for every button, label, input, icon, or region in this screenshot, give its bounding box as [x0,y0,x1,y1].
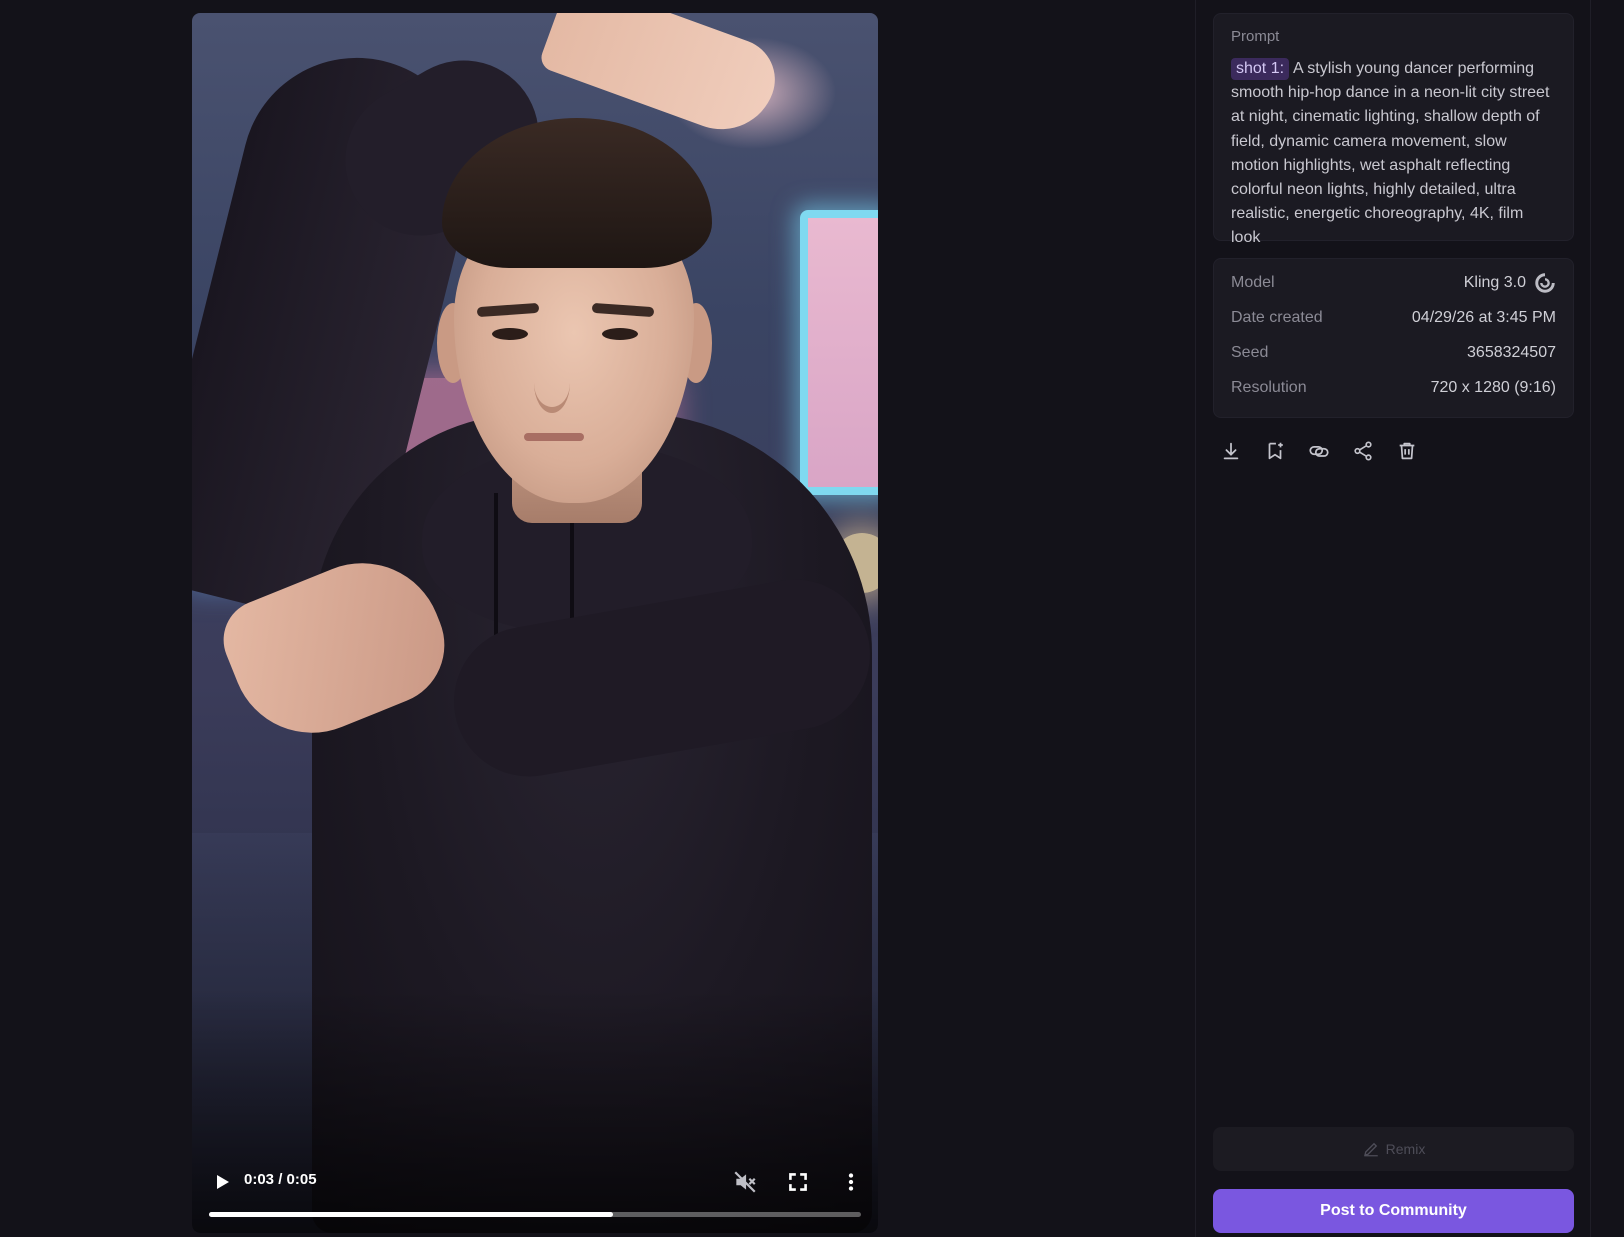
panel-divider [1195,0,1196,1237]
detail-value: 3658324507 [1467,343,1556,361]
shot-tag: shot 1: [1231,58,1290,80]
muted-icon[interactable] [732,1169,758,1195]
video-progress-bar[interactable] [209,1212,861,1217]
fullscreen-icon[interactable] [785,1169,811,1195]
prompt-label: Prompt [1231,28,1280,45]
detail-value: 04/29/26 at 3:45 PM [1411,308,1556,326]
kling-logo-icon [1535,272,1555,293]
bookmark-button[interactable] [1262,438,1288,464]
detail-row-model: Model Kling 3.0 [1231,265,1556,300]
video-time: 0:03 / 0:05 [244,1171,317,1188]
video-controls: 0:03 / 0:05 [192,1153,878,1233]
detail-row-date: Date created 04/29/26 at 3:45 PM [1231,300,1556,335]
prompt-card: Prompt shot 1: A stylish young dancer per… [1213,13,1574,246]
action-bar [1218,438,1420,464]
detail-row-resolution: Resolution 720 x 1280 (9:16) [1231,370,1556,405]
trash-icon [1399,442,1415,460]
link-icon [1309,446,1329,457]
panel-edge [1590,0,1591,1237]
detail-value: Kling 3.0 [1464,272,1556,294]
model-name: Kling 3.0 [1463,273,1526,291]
copy-link-button[interactable] [1306,438,1332,464]
bookmark-add-icon [1268,442,1283,460]
video-vignette [192,13,878,1233]
post-label: Post to Community [1320,1202,1467,1219]
download-button[interactable] [1218,438,1244,464]
more-vertical-icon[interactable] [838,1169,864,1195]
detail-value: 720 x 1280 (9:16) [1430,378,1556,396]
video-progress-fill [209,1212,614,1217]
share-button[interactable] [1350,438,1376,464]
detail-label: Seed [1231,343,1269,361]
remix-button[interactable]: Remix [1213,1127,1574,1171]
download-icon [1223,442,1239,460]
details-card: Model Kling 3.0 Date created 04/29/26 at… [1213,258,1574,418]
detail-row-seed: Seed 3658324507 [1231,335,1556,370]
remix-pen-icon [1363,1142,1378,1157]
share-icon [1354,441,1372,461]
detail-label: Resolution [1231,378,1307,396]
play-icon[interactable] [210,1170,234,1194]
prompt-body: A stylish young dancer performing smooth… [1231,60,1550,247]
detail-label: Model [1231,273,1275,291]
delete-button[interactable] [1394,438,1420,464]
prompt-text: shot 1: A stylish young dancer performing… [1231,57,1556,251]
post-to-community-button[interactable]: Post to Community [1213,1189,1574,1233]
video-player[interactable]: 0:03 / 0:05 [192,13,878,1233]
detail-label: Date created [1231,308,1323,326]
remix-label: Remix [1385,1141,1426,1157]
